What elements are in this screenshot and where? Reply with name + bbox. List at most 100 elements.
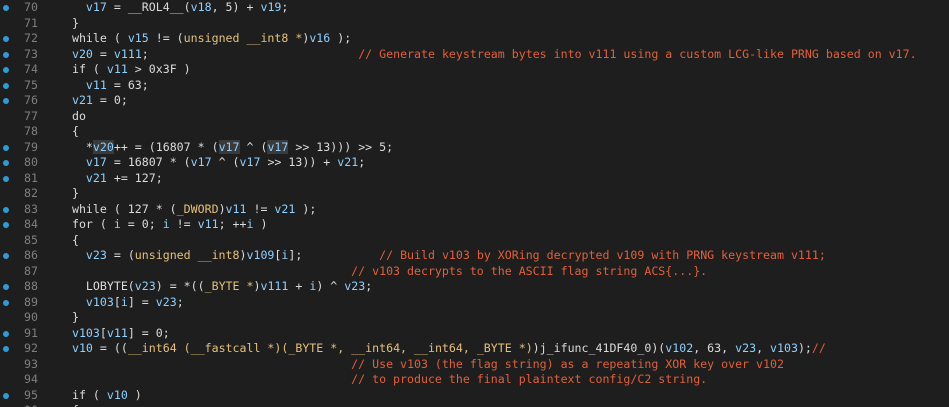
code-text[interactable]: }	[58, 310, 79, 326]
code-line[interactable]: 77 do	[0, 109, 949, 125]
code-token: ) ^	[316, 279, 345, 293]
code-token: if (	[58, 62, 107, 76]
code-line[interactable]: 71 }	[0, 16, 949, 32]
code-type: _DWORD	[176, 201, 219, 216]
code-line[interactable]: 88 LOBYTE(v23) = *((_BYTE *)v111 + i) ^ …	[0, 279, 949, 295]
code-line[interactable]: 81 v21 += 127;	[0, 171, 949, 187]
code-variable: v23	[85, 248, 107, 262]
code-line[interactable]: 90 }	[0, 310, 949, 326]
code-line[interactable]: 83 while ( 127 * (_DWORD)v11 != v21 );	[0, 202, 949, 218]
code-line[interactable]: 89 v103[i] = v23;	[0, 295, 949, 311]
code-variable: i	[162, 217, 170, 231]
breakpoint-dot-icon[interactable]	[3, 175, 9, 182]
code-line[interactable]: 74 if ( v11 > 0x3F )	[0, 62, 949, 78]
code-token: }	[58, 15, 79, 30]
code-text[interactable]: {	[58, 403, 79, 407]
code-text[interactable]: // v103 decrypts to the ASCII flag strin…	[58, 264, 707, 280]
code-text[interactable]: v21 = 0;	[58, 93, 128, 109]
code-variable: v11	[106, 62, 128, 76]
code-line[interactable]: 75 v11 = 63;	[0, 78, 949, 94]
code-line[interactable]: 76 v21 = 0;	[0, 93, 949, 109]
code-text[interactable]: }	[58, 186, 79, 202]
code-line[interactable]: 70 v17 = __ROL4__(v18, 5) + v19;	[0, 0, 949, 16]
code-line[interactable]: 79 *v20++ = (16807 * (v17 ^ (v17 >> 13))…	[0, 139, 949, 156]
breakpoint-dot-icon[interactable]	[3, 346, 9, 352]
code-variable: v103	[71, 325, 100, 340]
code-token: +	[288, 279, 310, 293]
code-text[interactable]: LOBYTE(v23) = *((_BYTE *)v111 + i) ^ v23…	[58, 279, 372, 295]
code-line[interactable]: 87 // v103 decrypts to the ASCII flag st…	[0, 264, 949, 280]
code-line[interactable]: 95 if ( v10 )	[0, 388, 949, 404]
line-number: 84	[24, 217, 38, 231]
breakpoint-dot-icon[interactable]	[3, 299, 9, 306]
code-variable: v103	[85, 294, 114, 309]
code-text[interactable]: {	[58, 124, 79, 140]
code-text[interactable]: v103[i] = v23;	[58, 295, 184, 311]
code-line[interactable]: 78 {	[0, 124, 949, 140]
code-token: > 0x3F )	[127, 62, 191, 76]
code-text[interactable]: {	[58, 233, 79, 249]
line-number: 83	[24, 201, 38, 216]
code-line[interactable]: 94 // to produce the final plaintext con…	[0, 372, 949, 388]
breakpoint-dot-icon[interactable]	[3, 5, 9, 11]
code-text[interactable]: }	[58, 16, 79, 32]
code-variable: v10	[106, 387, 128, 402]
breakpoint-dot-icon[interactable]	[3, 51, 9, 58]
code-line[interactable]: 72 while ( v15 != (unsigned __int8 *)v16…	[0, 31, 949, 47]
code-token: ; ++	[218, 217, 247, 231]
code-text[interactable]: v10 = ((__int64 (__fastcall *)(_BYTE *, …	[58, 341, 826, 357]
code-text[interactable]: // Use v103 (the flag string) as a repea…	[58, 357, 784, 373]
code-line[interactable]: 93 // Use v103 (the flag string) as a re…	[0, 357, 949, 373]
code-line[interactable]: 84 for ( i = 0; i != v11; ++i )	[0, 217, 949, 233]
code-token: )	[253, 217, 268, 231]
code-text[interactable]: v17 = 16807 * (v17 ^ (v17 >> 13)) + v21;	[58, 155, 365, 171]
code-variable: v23	[155, 294, 177, 309]
code-line[interactable]: 92 v10 = ((__int64 (__fastcall *)(_BYTE …	[0, 341, 949, 357]
code-text[interactable]: v20 = v111; // Generate keystream bytes …	[58, 47, 917, 63]
code-text[interactable]: v17 = __ROL4__(v18, 5) + v19;	[58, 0, 288, 16]
code-text[interactable]: do	[58, 109, 86, 125]
code-token: = (	[106, 248, 135, 262]
code-editor[interactable]: 70 v17 = __ROL4__(v18, 5) + v19; 71 } 72 w…	[0, 0, 949, 407]
code-text[interactable]: *v20++ = (16807 * (v17 ^ (v17 >> 13))) >…	[58, 139, 393, 156]
code-text[interactable]: for ( i = 0; i != v11; ++i )	[58, 217, 268, 233]
breakpoint-dot-icon[interactable]	[3, 144, 9, 151]
breakpoint-dot-icon[interactable]	[3, 36, 9, 42]
code-line[interactable]: 85 {	[0, 233, 949, 249]
line-number: 90	[24, 310, 38, 324]
code-line[interactable]: 86 v23 = (unsigned __int8)v109[i]; // Bu…	[0, 248, 949, 264]
code-text[interactable]: while ( v15 != (unsigned __int8 *)v16 );	[58, 31, 351, 47]
code-text[interactable]: if ( v11 > 0x3F )	[58, 62, 191, 78]
code-text[interactable]: if ( v10 )	[58, 388, 142, 404]
code-text[interactable]: // to produce the final plaintext config…	[58, 372, 707, 388]
breakpoint-dot-icon[interactable]	[3, 330, 9, 337]
breakpoint-dot-icon[interactable]	[3, 206, 9, 213]
breakpoint-dot-icon[interactable]	[3, 98, 9, 104]
breakpoint-dot-icon[interactable]	[3, 284, 9, 290]
code-token: !=	[169, 217, 198, 231]
breakpoint-dot-icon[interactable]	[3, 82, 9, 89]
code-text[interactable]: v103[v11] = 0;	[58, 326, 170, 342]
breakpoint-dot-icon[interactable]	[3, 67, 9, 73]
line-number: 75	[24, 77, 38, 92]
code-variable: v23	[344, 279, 366, 293]
breakpoint-dot-icon[interactable]	[3, 160, 9, 166]
code-text[interactable]: v21 += 127;	[58, 171, 163, 187]
code-line[interactable]: 82 }	[0, 186, 949, 202]
line-number: 86	[24, 248, 38, 262]
code-text[interactable]: v23 = (unsigned __int8)v109[i]; // Build…	[58, 248, 826, 264]
code-token: }	[58, 186, 79, 200]
code-token: != (	[148, 31, 184, 45]
code-token: )j_ifunc_41DF40_0)(	[532, 341, 666, 355]
code-line[interactable]: 80 v17 = 16807 * (v17 ^ (v17 >> 13)) + v…	[0, 155, 949, 171]
code-line[interactable]: 91 v103[v11] = 0;	[0, 326, 949, 342]
breakpoint-dot-icon[interactable]	[3, 253, 9, 259]
breakpoint-dot-icon[interactable]	[3, 222, 9, 228]
code-text[interactable]: while ( 127 * (_DWORD)v11 != v21 );	[58, 202, 316, 218]
code-text[interactable]: v11 = 63;	[58, 78, 149, 94]
code-line[interactable]: 96 {	[0, 403, 949, 407]
breakpoint-dot-icon[interactable]	[3, 392, 9, 399]
code-line[interactable]: 73 v20 = v111; // Generate keystream byt…	[0, 47, 949, 63]
